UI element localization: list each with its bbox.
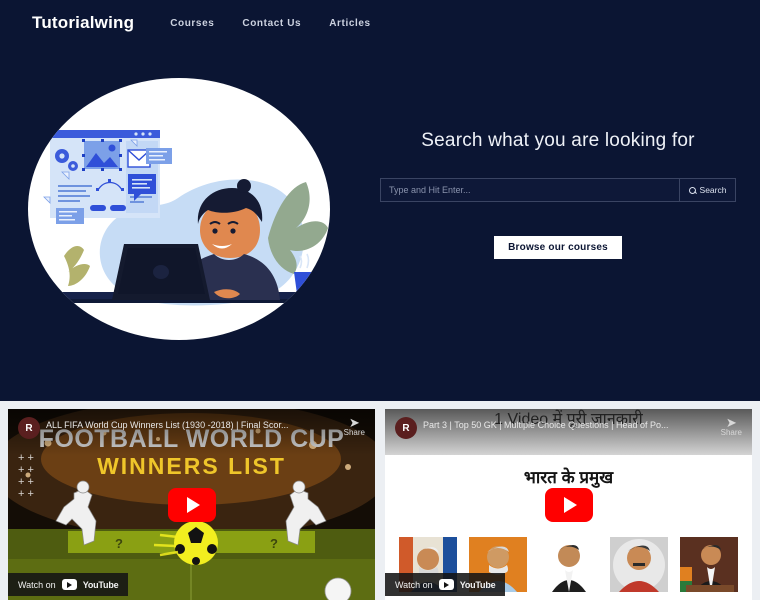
channel-avatar[interactable]: R	[395, 417, 417, 439]
watch-on-label: Watch on	[18, 579, 56, 590]
search-button-label: Search	[699, 185, 727, 195]
search-icon	[688, 186, 696, 194]
youtube-icon	[61, 579, 77, 590]
illustration-circle-backdrop	[28, 78, 330, 340]
share-icon: ➤	[348, 415, 360, 430]
play-icon	[186, 496, 200, 513]
gk-thumbnail-subheading: भारत के प्रमुख	[523, 468, 614, 487]
person-photo-3-icon	[539, 537, 598, 592]
share-label: Share	[720, 428, 742, 437]
hero-illustration	[28, 78, 330, 340]
nav-link-courses[interactable]: Courses	[170, 18, 214, 29]
play-icon	[563, 496, 577, 513]
channel-avatar[interactable]: R	[18, 417, 40, 439]
video-title[interactable]: Part 3 | Top 50 GK | Multiple Choice Que…	[423, 420, 688, 430]
watch-on-youtube-badge[interactable]: Watch on YouTube	[385, 573, 506, 596]
video-title[interactable]: ALL FIFA World Cup Winners List (1930 -2…	[46, 420, 311, 430]
share-button[interactable]: ➤ Share	[720, 415, 742, 437]
share-icon: ➤	[725, 415, 737, 430]
platform-label: YouTube	[82, 579, 119, 590]
search-input[interactable]	[381, 179, 679, 201]
video-card-gk[interactable]: 1 Video में पूरी जानकारी भारत के प्रमुख	[385, 409, 752, 600]
browse-button-wrap: Browse our courses	[380, 236, 736, 259]
video-section: + + + + + + + + ?? FOOTBALL WORLD CUP WI…	[0, 401, 760, 600]
video-card-fifa[interactable]: + + + + + + + + ?? FOOTBALL WORLD CUP WI…	[8, 409, 375, 600]
brand-logo[interactable]: Tutorialwing	[32, 13, 134, 33]
youtube-icon	[438, 579, 454, 590]
browse-courses-button[interactable]: Browse our courses	[494, 236, 622, 259]
search-bar: Search	[380, 178, 736, 202]
hero-section: Tutorialwing Courses Contact Us Articles	[0, 0, 760, 401]
search-button[interactable]: Search	[679, 179, 735, 201]
svg-text:?: ?	[270, 536, 278, 551]
watch-on-label: Watch on	[395, 579, 433, 590]
svg-text:?: ?	[115, 536, 123, 551]
person-at-laptop-icon	[38, 130, 328, 306]
platform-label: YouTube	[459, 579, 496, 590]
share-button[interactable]: ➤ Share	[343, 415, 365, 437]
nav-link-articles[interactable]: Articles	[329, 18, 371, 29]
share-label: Share	[343, 428, 365, 437]
svg-text:+ +: + +	[18, 488, 34, 500]
play-button[interactable]	[167, 487, 216, 522]
nav-links: Courses Contact Us Articles	[170, 18, 371, 29]
fifa-thumbnail-subheading: WINNERS LIST	[97, 453, 286, 479]
nav-link-contact-us[interactable]: Contact Us	[242, 18, 301, 29]
person-photo-4-icon	[609, 537, 668, 592]
page-title: Search what you are looking for	[421, 130, 695, 151]
person-photo-5-icon	[680, 537, 738, 592]
hero-search-panel: Search what you are looking for Search B…	[380, 130, 736, 259]
watch-on-youtube-badge[interactable]: Watch on YouTube	[8, 573, 129, 596]
navbar: Tutorialwing Courses Contact Us Articles	[0, 0, 760, 46]
play-button[interactable]	[544, 487, 593, 522]
